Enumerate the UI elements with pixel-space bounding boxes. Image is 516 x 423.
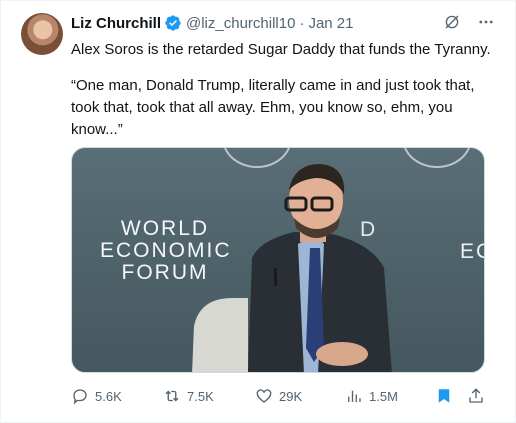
like-icon [256,389,272,403]
share-button[interactable] [467,387,485,405]
like-button[interactable]: 29K [255,387,302,405]
views-icon [348,390,361,402]
handle[interactable]: @liz_churchill10 [186,15,295,32]
repost-button[interactable]: 7.5K [163,387,214,405]
more-icon[interactable] [477,13,495,31]
views-count: 1.5M [369,388,398,404]
reply-count: 5.6K [95,388,122,404]
reply-button[interactable]: 5.6K [71,387,122,405]
tweet-card[interactable]: Liz Churchill @liz_churchill10 · Jan 21 … [0,0,516,423]
tweet-text: Alex Soros is the retarded Sugar Daddy t… [71,39,501,155]
verified-badge-icon[interactable] [164,14,182,32]
bookmark-icon [438,389,450,403]
share-icon [469,388,483,403]
repost-count: 7.5K [187,388,214,404]
speaker-figure [192,164,392,372]
tweet-text-quote: “One man, Donald Trump, literally came i… [71,77,475,138]
header-icons [443,13,495,31]
separator: · [299,14,305,32]
views-button[interactable]: 1.5M [345,387,398,405]
repost-icon [165,390,179,402]
bookmark-button[interactable] [435,387,453,405]
tweet-text-line1: Alex Soros is the retarded Sugar Daddy t… [71,41,491,58]
tweet-actions: 5.6K 7.5K 29K 1.5M [71,385,487,407]
reply-icon [73,389,87,405]
grok-icon[interactable] [443,13,461,31]
tweet-header: Liz Churchill @liz_churchill10 · Jan 21 [71,13,495,33]
avatar[interactable] [21,13,63,55]
tweet-date[interactable]: Jan 21 [308,15,353,32]
like-count: 29K [279,388,303,404]
display-name[interactable]: Liz Churchill [71,15,161,32]
tweet-media-video[interactable]: WORLD ECONOMIC FORUM EC D [71,147,485,373]
